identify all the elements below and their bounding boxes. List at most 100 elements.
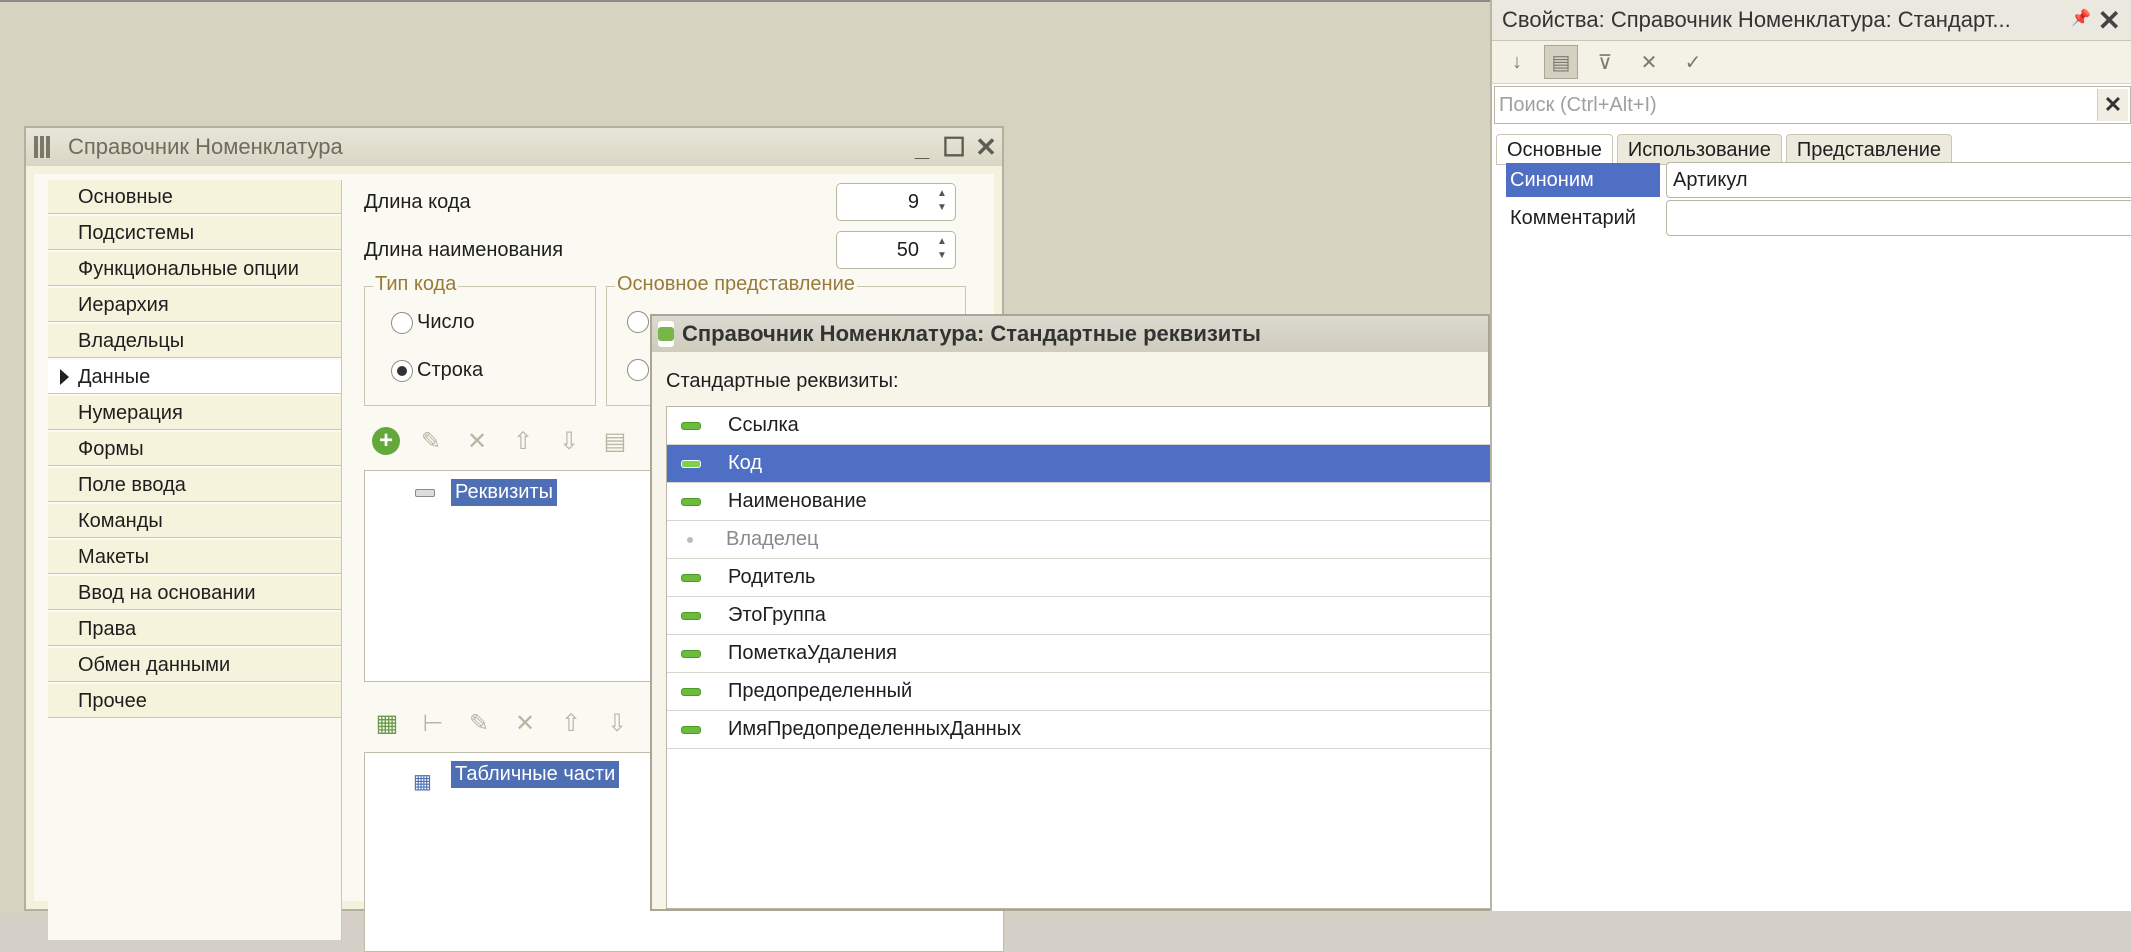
minimize-icon[interactable]: _ — [906, 131, 938, 163]
sidebar-item-owners[interactable]: Владельцы — [48, 324, 341, 358]
list-item[interactable]: ИмяПредопределенныхДанных — [667, 711, 1496, 749]
sidebar-item-numbering[interactable]: Нумерация — [48, 396, 341, 430]
move-down-icon[interactable]: ⇩ — [554, 426, 584, 456]
list-item-label: ИмяПредопределенныхДанных — [728, 718, 1022, 740]
move-up-icon[interactable]: ⇧ — [556, 708, 586, 738]
close-icon[interactable]: ✕ — [2098, 4, 2121, 37]
radio-circle[interactable] — [391, 359, 413, 382]
sidebar-item-label: Права — [78, 618, 137, 640]
close-icon[interactable]: ✕ — [970, 131, 1002, 163]
search-box: ✕ — [1494, 86, 2131, 124]
apply-icon[interactable]: ✓ — [1676, 45, 1710, 79]
attribute-icon — [681, 611, 701, 620]
edit-icon[interactable]: ✎ — [416, 426, 446, 456]
std-attributes-titlebar[interactable]: Справочник Номенклатура: Стандартные рек… — [652, 316, 1488, 352]
delete-icon[interactable]: ✕ — [510, 708, 540, 738]
list-item-label: Ссылка — [728, 414, 799, 436]
attribute-icon — [681, 725, 701, 734]
synonym-label[interactable]: Синоним — [1506, 163, 1660, 197]
sidebar-item-based-on[interactable]: Ввод на основании — [48, 576, 341, 610]
list-item-label: ЭтоГруппа — [728, 604, 826, 626]
code-length-label: Длина кода — [364, 190, 471, 213]
group-categories-icon[interactable]: ▤ — [1544, 45, 1578, 79]
list-item[interactable]: ПометкаУдаления — [667, 635, 1496, 673]
list-item[interactable]: Ссылка — [667, 407, 1496, 445]
attribute-icon — [681, 649, 701, 658]
main-presentation-caption: Основное представление — [615, 273, 857, 296]
attributes-node[interactable]: Реквизиты — [451, 479, 558, 506]
list-item[interactable]: Наименование — [667, 483, 1496, 521]
radio-circle[interactable] — [627, 359, 649, 381]
properties-toolbar: ↓ ▤ ⊽ ✕ ✓ — [1492, 41, 2131, 84]
sidebar-item-input-field[interactable]: Поле ввода — [48, 468, 341, 502]
sidebar-item-other[interactable]: Прочее — [48, 684, 341, 718]
sidebar-item-label: Функциональные опции — [78, 258, 299, 280]
list-icon[interactable]: ▤ — [600, 426, 630, 456]
sidebar-item-subsystems[interactable]: Подсистемы — [48, 216, 341, 250]
tab-presentation[interactable]: Представление — [1785, 134, 1953, 164]
synonym-field[interactable]: Артикул — [1666, 162, 2131, 198]
delete-icon[interactable]: ✕ — [462, 426, 492, 456]
std-attributes-subheader: Стандартные реквизиты: — [666, 370, 899, 392]
tabular-node[interactable]: Табличные части — [451, 761, 620, 788]
sidebar-item-functional-options[interactable]: Функциональные опции — [48, 252, 341, 286]
edit-icon[interactable]: ✎ — [464, 708, 494, 738]
comment-row: Комментарий — [1506, 200, 2131, 236]
add-icon[interactable]: + — [372, 427, 400, 455]
comment-field[interactable] — [1666, 200, 2131, 236]
code-length-value: 9 — [907, 191, 919, 213]
std-attributes-window: Справочник Номенклатура: Стандартные рек… — [650, 314, 1496, 911]
sidebar-item-main[interactable]: Основные — [48, 180, 341, 214]
tabular-toolbar: ▦ ⊢ ✎ ✕ ⇧ ⇩ — [372, 708, 632, 738]
sidebar-item-label: Основные — [78, 186, 173, 208]
list-item[interactable]: Владелец — [667, 521, 1496, 559]
sidebar-item-label: Иерархия — [78, 294, 169, 316]
list-item-label: Наименование — [728, 490, 867, 512]
pin-icon[interactable]: 📌 — [2071, 8, 2091, 28]
radio-circle[interactable] — [627, 311, 649, 333]
maximize-icon[interactable]: ☐ — [938, 131, 970, 163]
list-item[interactable]: ЭтоГруппа — [667, 597, 1496, 635]
filter-icon[interactable]: ⊽ — [1588, 45, 1622, 79]
table-icon: ▦ — [413, 771, 432, 793]
sort-alpha-icon[interactable]: ↓ — [1500, 45, 1534, 79]
std-attributes-list: Ссылка Код Наименование Владелец Родител… — [666, 406, 1496, 909]
sidebar-item-forms[interactable]: Формы — [48, 432, 341, 466]
list-item[interactable]: Код — [667, 445, 1496, 483]
list-item[interactable]: Предопределенный — [667, 673, 1496, 711]
cancel-icon[interactable]: ✕ — [1632, 45, 1666, 79]
comment-label[interactable]: Комментарий — [1506, 201, 1660, 235]
clear-search-icon[interactable]: ✕ — [2097, 89, 2128, 121]
sidebar-item-rights[interactable]: Права — [48, 612, 341, 646]
radio-circle[interactable] — [391, 311, 413, 334]
move-down-icon[interactable]: ⇩ — [602, 708, 632, 738]
search-input[interactable] — [1495, 87, 2061, 123]
sidebar-item-commands[interactable]: Команды — [48, 504, 341, 538]
code-length-stepper[interactable]: 9 ▲ ▼ — [836, 183, 956, 221]
name-length-stepper[interactable]: 50 ▲ ▼ — [836, 231, 956, 269]
move-up-icon[interactable]: ⇧ — [508, 426, 538, 456]
sidebar-item-data-exchange[interactable]: Обмен данными — [48, 648, 341, 682]
std-attributes-title: Справочник Номенклатура: Стандартные рек… — [682, 321, 1261, 346]
attribute-icon — [681, 421, 701, 430]
sidebar-item-label: Ввод на основании — [78, 582, 256, 604]
code-type-group: Тип кода Число Строка — [364, 273, 596, 406]
tab-usage[interactable]: Использование — [1616, 134, 1782, 164]
tab-main[interactable]: Основные — [1496, 134, 1613, 164]
add-child-icon[interactable]: ⊢ — [418, 708, 448, 738]
spin-arrows-icon[interactable]: ▲ ▼ — [931, 235, 953, 265]
properties-titlebar[interactable]: Свойства: Справочник Номенклатура: Станд… — [1492, 0, 2131, 41]
code-type-string-radio[interactable]: Строка — [391, 359, 483, 382]
sidebar-item-data[interactable]: Данные — [48, 360, 341, 394]
add-table-icon[interactable]: ▦ — [372, 708, 402, 738]
code-type-number-radio[interactable]: Число — [391, 311, 475, 334]
catalog-window-titlebar[interactable]: Справочник Номенклатура _ ☐ ✕ — [26, 128, 1002, 167]
sidebar-item-label: Команды — [78, 510, 163, 532]
sidebar-item-hierarchy[interactable]: Иерархия — [48, 288, 341, 322]
sidebar-item-templates[interactable]: Макеты — [48, 540, 341, 574]
list-item[interactable]: Родитель — [667, 559, 1496, 597]
radio-label: Число — [417, 311, 475, 333]
spin-arrows-icon[interactable]: ▲ ▼ — [931, 187, 953, 217]
attribute-icon — [681, 459, 701, 468]
dot-icon — [687, 536, 693, 543]
